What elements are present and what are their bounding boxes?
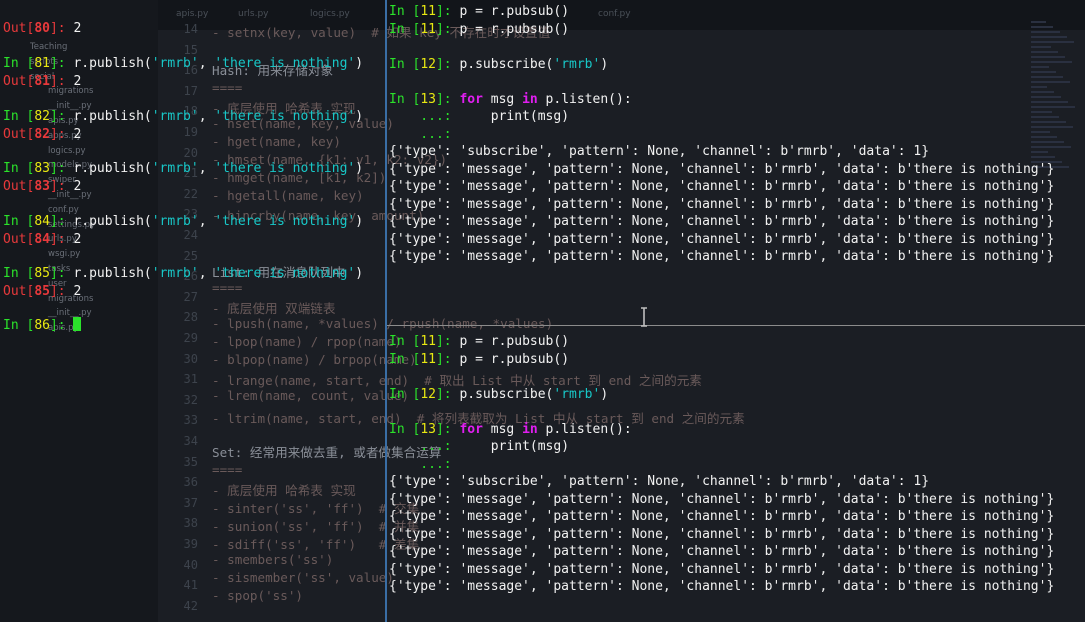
- continuation-line: ...:: [389, 456, 452, 472]
- in-line: In [11]: p = r.pubsub(): [389, 351, 570, 367]
- output-line: {'type': 'message', 'pattern': None, 'ch…: [389, 249, 1055, 264]
- in-line: In [11]: p = r.pubsub(): [389, 334, 570, 349]
- output-line: {'type': 'subscribe', 'pattern': None, '…: [389, 144, 930, 159]
- continuation-line: ...:: [389, 126, 452, 142]
- output-line: {'type': 'message', 'pattern': None, 'ch…: [389, 561, 1055, 577]
- input-prompt: In [86]:: [3, 317, 82, 335]
- output-line: {'type': 'subscribe', 'pattern': None, '…: [389, 474, 930, 489]
- pane-divider-horizontal[interactable]: [387, 325, 1085, 326]
- in-line: In [11]: p = r.pubsub(): [389, 4, 570, 19]
- out-line: Out[85]: 2: [3, 284, 82, 299]
- in-line: In [13]: for msg in p.listen():: [389, 421, 632, 437]
- in-line: In [13]: for msg in p.listen():: [389, 91, 632, 107]
- output-line: {'type': 'message', 'pattern': None, 'ch…: [389, 231, 1055, 247]
- out-line: Out[80]: 2: [3, 21, 82, 36]
- in-line: In [82]: r.publish('rmrb', 'there is not…: [3, 108, 364, 124]
- text-cursor-ibeam-icon: [641, 307, 647, 327]
- output-line: {'type': 'message', 'pattern': None, 'ch…: [389, 526, 1055, 542]
- out-line: Out[84]: 2: [3, 231, 82, 247]
- terminal-pane-left[interactable]: Out[80]: 2 In [81]: r.publish('rmrb', 'th…: [0, 0, 385, 622]
- continuation-line: ...: print(msg): [389, 109, 570, 124]
- out-line: Out[81]: 2: [3, 74, 82, 89]
- in-line: In [81]: r.publish('rmrb', 'there is not…: [3, 56, 364, 71]
- output-line: {'type': 'message', 'pattern': None, 'ch…: [389, 509, 1055, 524]
- terminal-pane-right-top[interactable]: In [11]: p = r.pubsub() In [11]: p = r.pu…: [389, 0, 1085, 325]
- terminal-pane-right-bottom[interactable]: In [11]: p = r.pubsub() In [11]: p = r.pu…: [389, 330, 1085, 622]
- output-line: {'type': 'message', 'pattern': None, 'ch…: [389, 544, 1055, 559]
- in-line: In [12]: p.subscribe('rmrb'): [389, 386, 609, 402]
- output-line: {'type': 'message', 'pattern': None, 'ch…: [389, 214, 1055, 229]
- continuation-line: ...: print(msg): [389, 439, 570, 454]
- in-line: In [85]: r.publish('rmrb', 'there is not…: [3, 266, 364, 281]
- in-line: In [12]: p.subscribe('rmrb'): [389, 56, 609, 72]
- in-line: In [84]: r.publish('rmrb', 'there is not…: [3, 213, 364, 229]
- in-line: In [11]: p = r.pubsub(): [389, 21, 570, 37]
- terminal-cursor: [73, 317, 82, 331]
- output-line: {'type': 'message', 'pattern': None, 'ch…: [389, 161, 1055, 177]
- output-line: {'type': 'message', 'pattern': None, 'ch…: [389, 196, 1055, 212]
- output-line: {'type': 'message', 'pattern': None, 'ch…: [389, 579, 1055, 594]
- out-line: Out[83]: 2: [3, 179, 82, 194]
- output-line: {'type': 'message', 'pattern': None, 'ch…: [389, 491, 1055, 507]
- out-line: Out[82]: 2: [3, 126, 82, 142]
- output-line: {'type': 'message', 'pattern': None, 'ch…: [389, 179, 1055, 194]
- pane-divider-vertical[interactable]: [385, 0, 387, 622]
- in-line: In [83]: r.publish('rmrb', 'there is not…: [3, 161, 364, 176]
